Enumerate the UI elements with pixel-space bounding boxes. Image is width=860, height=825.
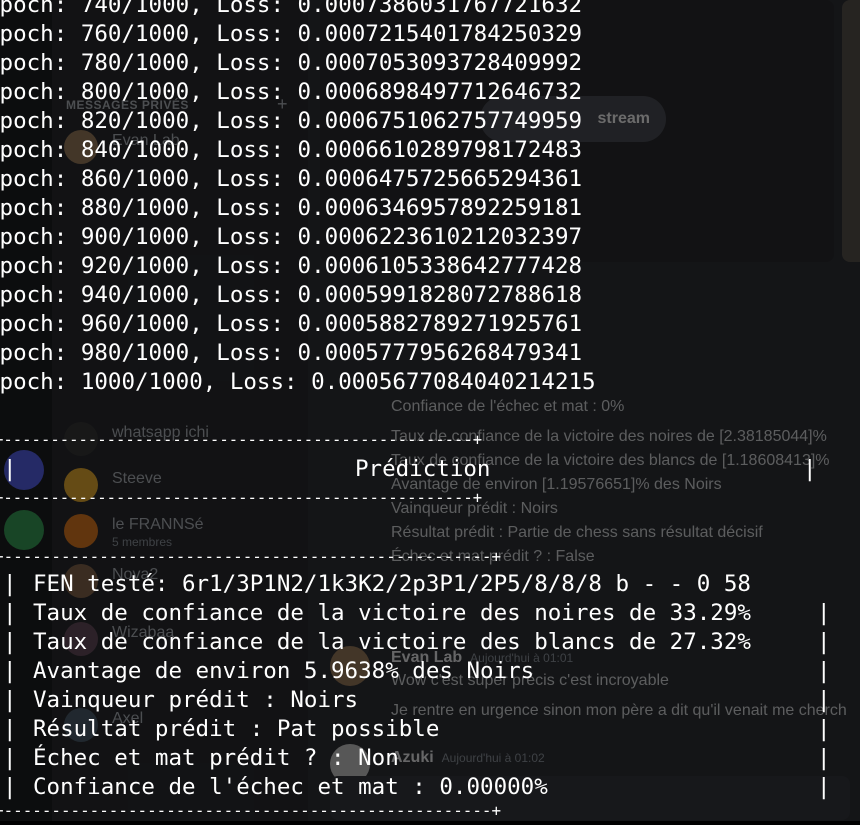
box-border-left: | [3, 456, 17, 482]
epoch-log-line: Epoch: 740/1000, Loss: 0.000738603176772… [0, 0, 583, 18]
result-predicted-winner: Vainqueur prédit : Noirs [33, 687, 359, 713]
box-border-right: | [803, 456, 817, 482]
results-box-border-left: | [3, 600, 17, 626]
epoch-log-line: Epoch: 780/1000, Loss: 0.000705309372840… [0, 50, 583, 76]
terminal-output: Epoch: 740/1000, Loss: 0.000738603176772… [0, 0, 860, 821]
epoch-log-line: Epoch: 900/1000, Loss: 0.000622361021203… [0, 224, 583, 250]
results-box-border-left: | [3, 716, 17, 742]
result-fen: FEN testé: 6r1/3P1N2/1k3K2/2p3P1/2P5/8/8… [33, 571, 751, 597]
epoch-log-line: Epoch: 840/1000, Loss: 0.000661028979817… [0, 137, 583, 163]
result-white-win-confidence: Taux de confiance de la victoire des bla… [33, 629, 751, 655]
box-border-bottom: +---------------------------------------… [0, 489, 483, 507]
results-box-border-right: | [817, 687, 831, 713]
results-box-border-right: | [817, 600, 831, 626]
results-box-border-right: | [817, 745, 831, 771]
results-box-border-left: | [3, 571, 17, 597]
results-box-border-top: +---------------------------------------… [0, 547, 502, 566]
result-checkmate-predicted: Échec et mat prédit ? : Non [33, 745, 399, 771]
prediction-title: Prédiction [355, 456, 491, 482]
epoch-log-line: Epoch: 820/1000, Loss: 0.000675106275774… [0, 108, 583, 134]
epoch-log-line: Epoch: 880/1000, Loss: 0.000634695789225… [0, 195, 583, 221]
results-box-border-right: | [817, 774, 831, 800]
results-box-border-left: | [3, 658, 17, 684]
results-box-border-right: | [817, 658, 831, 684]
results-box-border-right: | [817, 629, 831, 655]
results-box-border-left: | [3, 745, 17, 771]
epoch-log-line: Epoch: 980/1000, Loss: 0.000577795626847… [0, 340, 583, 366]
results-box-border-left: | [3, 629, 17, 655]
result-predicted-outcome: Résultat prédit : Pat possible [33, 716, 440, 742]
box-border-top: +---------------------------------------… [0, 431, 483, 449]
epoch-log-line: Epoch: 860/1000, Loss: 0.000647572566529… [0, 166, 583, 192]
epoch-log-line: Epoch: 760/1000, Loss: 0.000721540178425… [0, 21, 583, 47]
epoch-log-line: Epoch: 800/1000, Loss: 0.000689849771264… [0, 79, 583, 105]
result-black-win-confidence: Taux de confiance de la victoire des noi… [33, 600, 751, 626]
epoch-log-line: Epoch: 940/1000, Loss: 0.000599182807278… [0, 282, 583, 308]
results-box-border-right: | [817, 716, 831, 742]
results-box-border-left: | [3, 687, 17, 713]
epoch-log-line: Epoch: 920/1000, Loss: 0.000610533864277… [0, 253, 583, 279]
epoch-log-line: Epoch: 960/1000, Loss: 0.000588278927192… [0, 311, 583, 337]
epoch-log-line: Epoch: 1000/1000, Loss: 0.00056770840402… [0, 369, 596, 395]
result-advantage: Avantage de environ 5.9638% des Noirs [33, 658, 535, 684]
